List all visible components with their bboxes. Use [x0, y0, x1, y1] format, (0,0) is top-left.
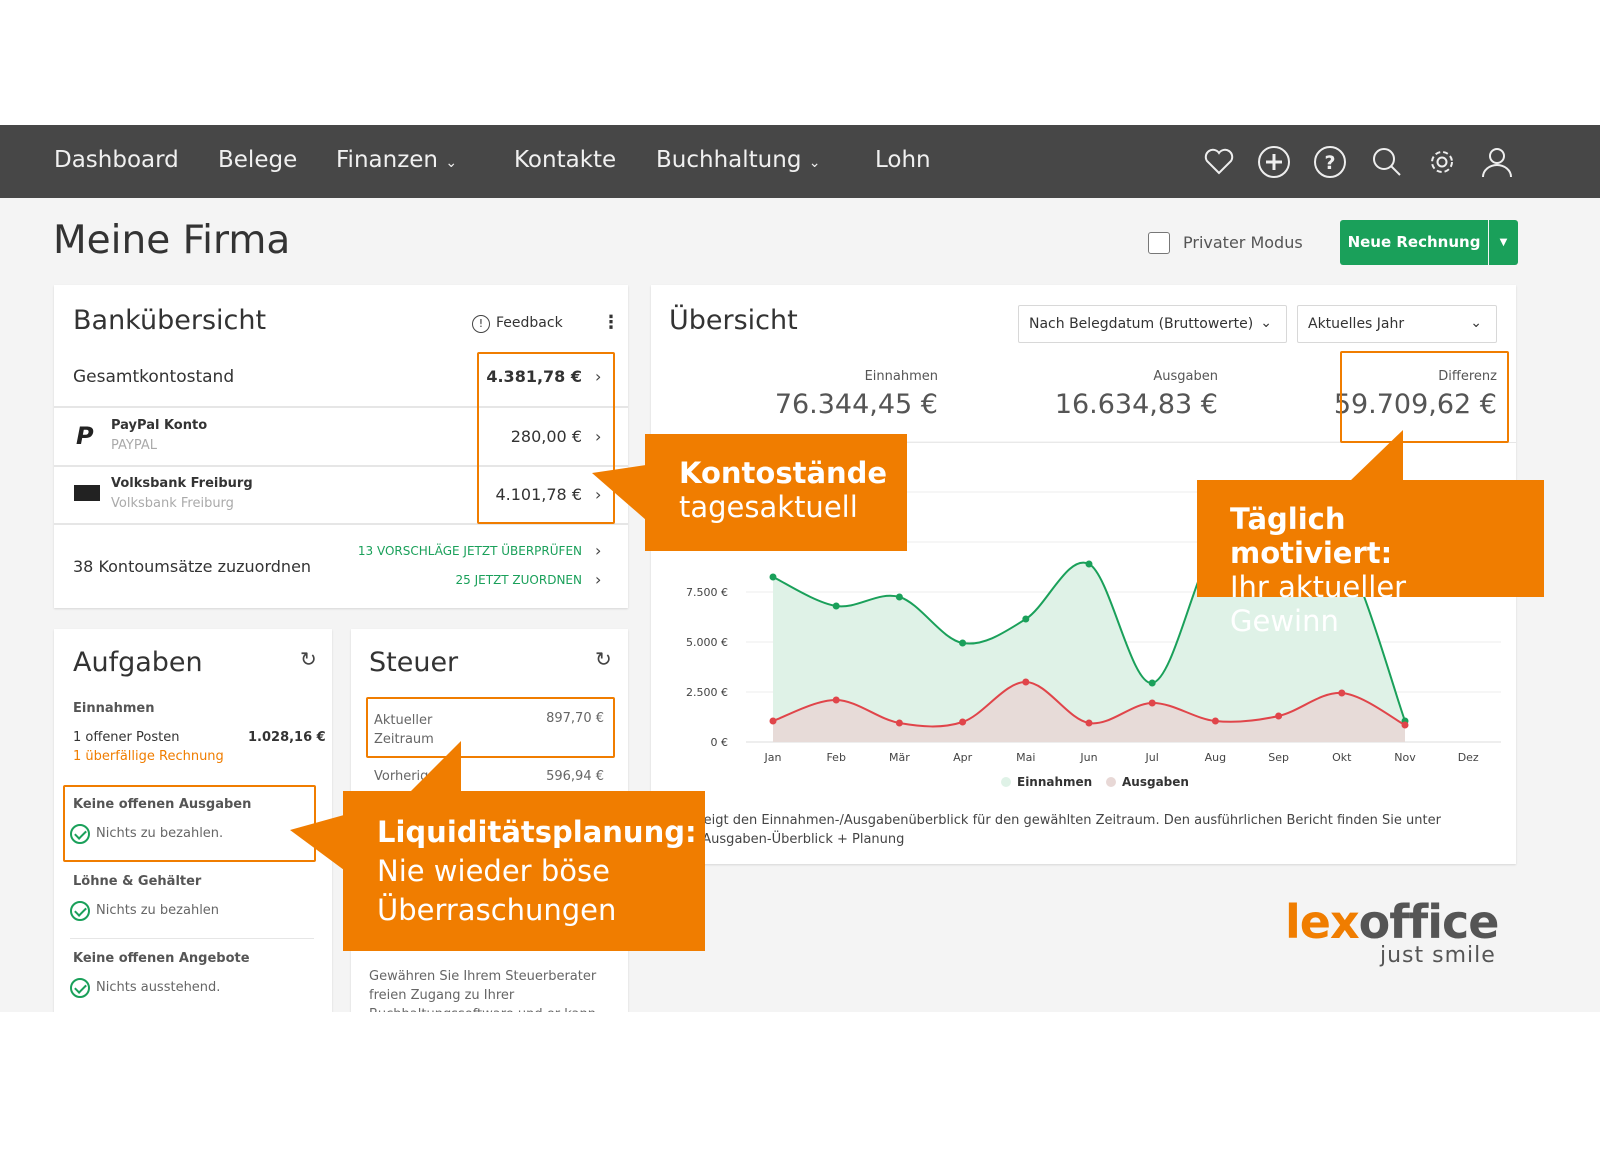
app: Dashboard Belege Finanzen ⌄ Kontakte Buc…: [0, 125, 1600, 1012]
brand-tagline: just smile: [1380, 943, 1496, 968]
callout-balances: Kontostände tagesaktuell: [645, 434, 907, 551]
callout-liquidity: Liquiditätsplanung: Nie wieder böse Überra…: [343, 791, 705, 951]
lexoffice-logo: lexoffice: [1285, 895, 1500, 949]
callout-profit: Täglich motiviert: Ihr aktueller Gewinn: [1197, 480, 1544, 638]
